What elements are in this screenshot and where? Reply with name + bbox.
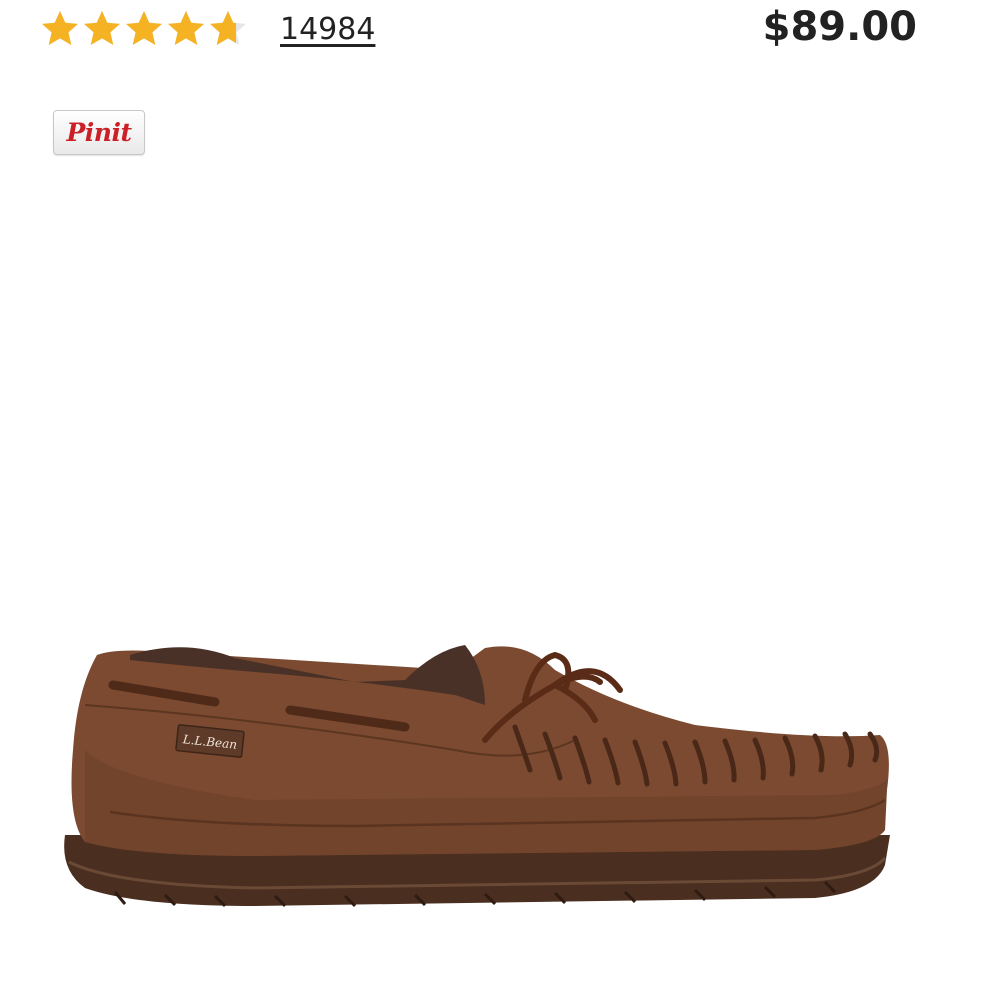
star-icon [82, 9, 122, 49]
star-rating[interactable] [40, 9, 250, 49]
star-icon [166, 9, 206, 49]
star-icon [208, 9, 248, 49]
pin-it-label: Pinit [66, 118, 132, 147]
product-image-slipper: L.L.Bean [64, 645, 890, 908]
star-icon [124, 9, 164, 49]
pin-it-button[interactable]: Pinit [53, 110, 145, 155]
review-count-link[interactable]: 14984 [280, 12, 375, 47]
product-price: $89.00 [762, 4, 917, 50]
star-icon [40, 9, 80, 49]
rating-row: 14984 [40, 6, 375, 52]
